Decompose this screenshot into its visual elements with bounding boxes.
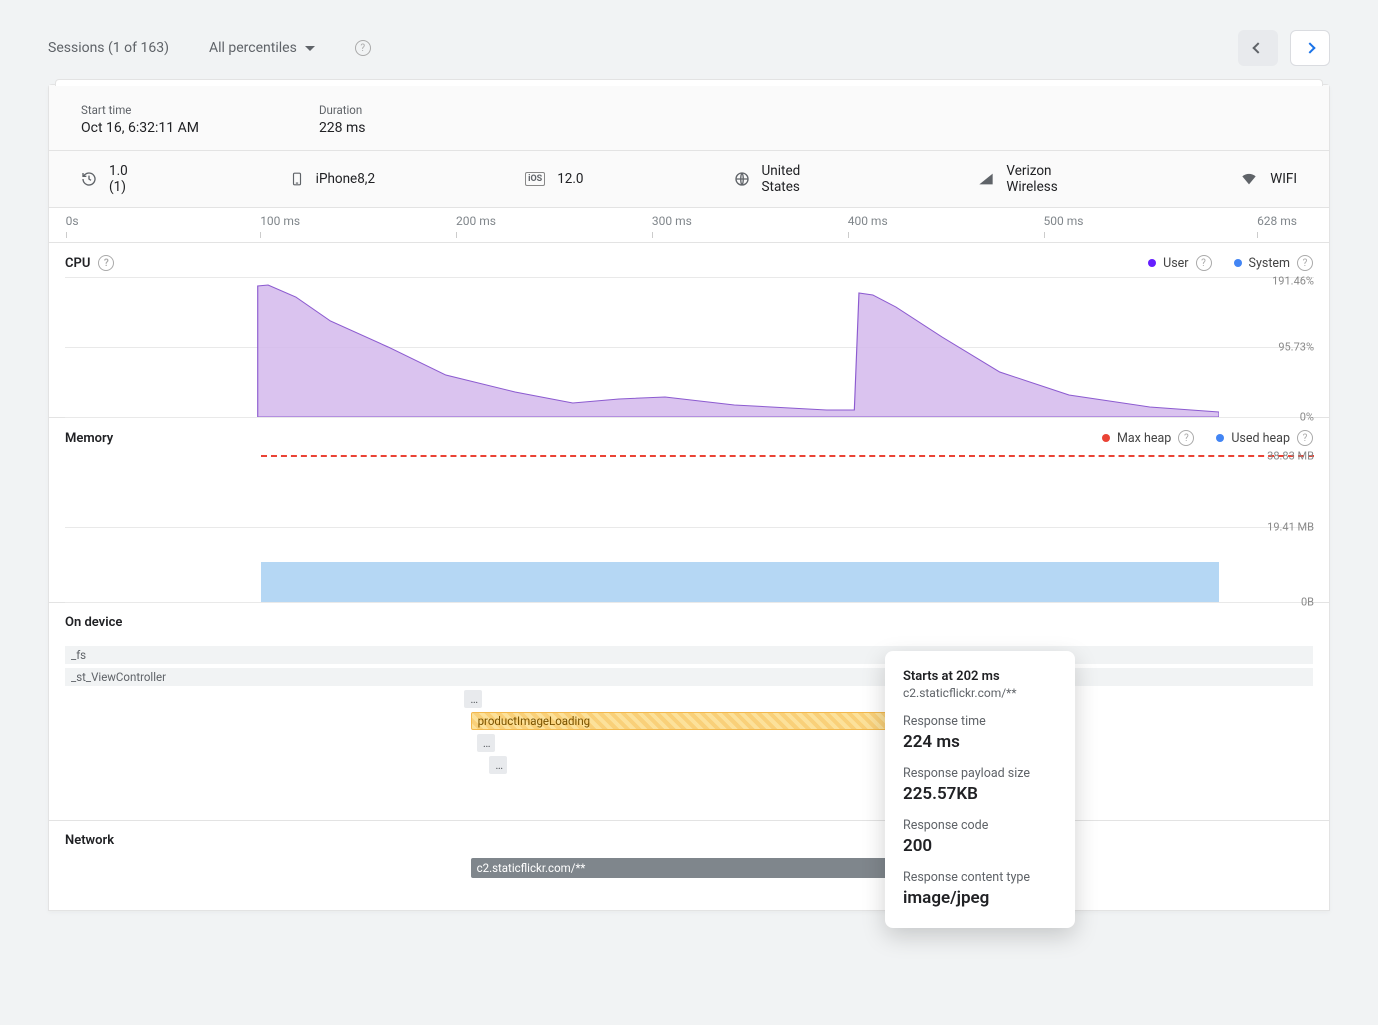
legend-system-dot <box>1234 259 1242 267</box>
device-model: iPhone8,2 <box>290 171 375 187</box>
help-icon[interactable]: ? <box>1178 430 1194 446</box>
network-detail-tooltip: Starts at 202 ms c2.staticflickr.com/** … <box>885 651 1075 928</box>
chevron-down-icon <box>305 46 315 51</box>
os-version: iOS 12.0 <box>525 171 583 187</box>
start-time-label: Start time <box>81 103 199 117</box>
country: United States <box>734 163 829 195</box>
tooltip-resp-time-value: 224 ms <box>903 732 1057 752</box>
tooltip-ctype-value: image/jpeg <box>903 888 1057 908</box>
network-request-bar[interactable]: c2.staticflickr.com/** <box>471 858 939 878</box>
timeline-ruler: 0s 100 ms 200 ms 300 ms 400 ms 500 ms 62… <box>49 208 1329 242</box>
wifi-icon <box>1240 171 1258 187</box>
start-time-value: Oct 16, 6:32:11 AM <box>81 120 199 136</box>
ruler-tick: 400 ms <box>848 214 888 238</box>
percentile-dropdown[interactable]: All percentiles <box>209 40 315 56</box>
carrier: Verizon Wireless <box>978 163 1090 195</box>
legend-system-label: System <box>1249 256 1290 271</box>
ruler-tick: 200 ms <box>456 214 496 238</box>
globe-icon <box>734 171 750 187</box>
session-card: Start time Oct 16, 6:32:11 AM Duration 2… <box>48 84 1330 911</box>
trace-product-image-loading[interactable]: productImageLoading <box>471 712 939 730</box>
trace-row[interactable]: … <box>65 778 1313 796</box>
legend-user-label: User <box>1163 256 1188 271</box>
top-bar: Sessions (1 of 163) All percentiles ? <box>0 0 1378 84</box>
ruler-tick: 628 ms <box>1257 214 1297 238</box>
phone-icon <box>290 171 304 187</box>
ruler-tick: 100 ms <box>260 214 300 238</box>
app-version: 1.0 (1) <box>81 163 140 195</box>
memory-chart[interactable]: 38.83 MB 19.41 MB 0B <box>65 452 1219 602</box>
tooltip-code-value: 200 <box>903 836 1057 856</box>
ios-icon: iOS <box>525 172 545 186</box>
duration-label: Duration <box>319 103 366 117</box>
tooltip-url: c2.staticflickr.com/** <box>903 686 1057 700</box>
network-row[interactable]: c2.staticflickr.com/** <box>65 858 1313 878</box>
network-title: Network <box>65 833 114 848</box>
cpu-area <box>65 277 1219 417</box>
used-heap-area <box>261 562 1219 603</box>
percentile-label: All percentiles <box>209 40 297 56</box>
ruler-tick: 0s <box>66 214 79 238</box>
tooltip-resp-time-label: Response time <box>903 714 1057 729</box>
legend-usedheap-label: Used heap <box>1231 431 1290 446</box>
trace-row[interactable]: … <box>65 690 1313 708</box>
help-icon[interactable]: ? <box>1196 255 1212 271</box>
trace-row[interactable]: _fs <box>65 646 1313 664</box>
cpu-title: CPU <box>65 256 90 271</box>
trace-row[interactable]: … <box>65 756 1313 774</box>
ondevice-title: On device <box>65 615 122 630</box>
help-icon[interactable]: ? <box>355 40 371 56</box>
signal-icon <box>978 171 994 187</box>
legend-usedheap-dot <box>1216 434 1224 442</box>
help-icon[interactable]: ? <box>1297 430 1313 446</box>
ruler-tick: 500 ms <box>1044 214 1084 238</box>
tooltip-ctype-label: Response content type <box>903 870 1057 885</box>
legend-maxheap-label: Max heap <box>1117 431 1171 446</box>
ondevice-traces: _fs _st_ViewController … productImageLoa… <box>49 636 1329 820</box>
cpu-chart[interactable]: 191.46% 95.73% 0% <box>65 277 1219 417</box>
tooltip-code-label: Response code <box>903 818 1057 833</box>
trace-row[interactable]: … <box>65 734 1313 752</box>
tooltip-payload-label: Response payload size <box>903 766 1057 781</box>
trace-row[interactable]: _st_ViewController <box>65 668 1313 686</box>
tooltip-payload-value: 225.57KB <box>903 784 1057 804</box>
network-type: WIFI <box>1240 171 1297 187</box>
history-icon <box>81 171 97 187</box>
memory-title: Memory <box>65 431 113 446</box>
legend-maxheap-dot <box>1102 434 1110 442</box>
chevron-right-icon <box>1304 42 1315 53</box>
next-session-button[interactable] <box>1290 30 1330 66</box>
duration-value: 228 ms <box>319 120 366 136</box>
trace-row[interactable]: productImageLoading <box>65 712 1313 730</box>
legend-user-dot <box>1148 259 1156 267</box>
prev-session-button[interactable] <box>1238 30 1278 66</box>
help-icon[interactable]: ? <box>1297 255 1313 271</box>
sessions-count: Sessions (1 of 163) <box>48 40 169 56</box>
ruler-tick: 300 ms <box>652 214 692 238</box>
help-icon[interactable]: ? <box>98 255 114 271</box>
tooltip-start: Starts at 202 ms <box>903 669 1057 684</box>
chevron-left-icon <box>1252 42 1263 53</box>
